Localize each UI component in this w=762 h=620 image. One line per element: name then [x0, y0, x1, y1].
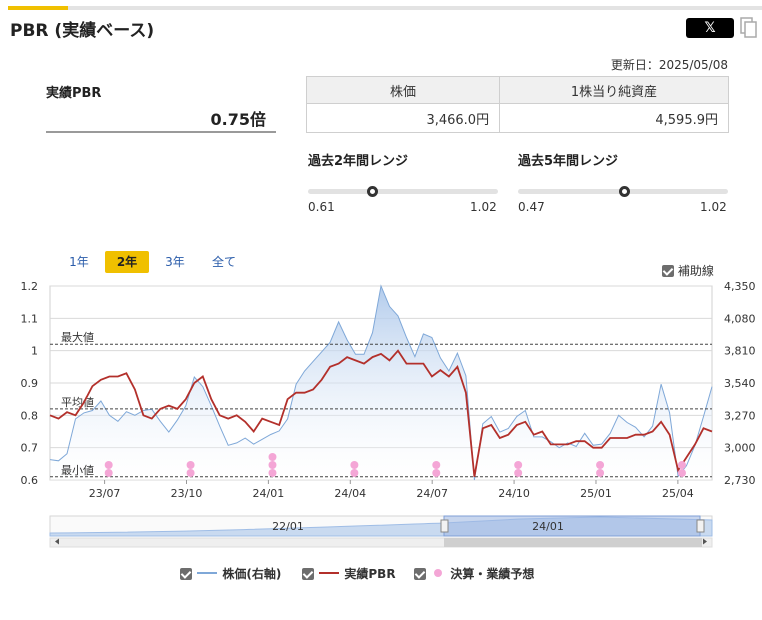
- y-right-tick-label: 4,080: [724, 312, 756, 325]
- legend-pbr-line-icon: [319, 572, 340, 574]
- x-tick-label: 23/10: [171, 487, 203, 500]
- legend-price[interactable]: 株価(右軸): [180, 565, 281, 582]
- y-right-tick-label: 4,350: [724, 280, 756, 293]
- event-dot[interactable]: [350, 461, 359, 469]
- navigator-label: 22/01: [272, 520, 304, 533]
- legend-pbr-checkbox-icon[interactable]: [302, 568, 314, 580]
- legend-event-dot-icon: [434, 569, 443, 577]
- event-dot[interactable]: [677, 469, 686, 477]
- price-header: 株価: [305, 76, 501, 104]
- x-tick-label: 24/04: [334, 487, 366, 500]
- x-tick-label: 24/07: [416, 487, 448, 500]
- range5-max: 1.02: [700, 200, 727, 214]
- range2-marker: [367, 186, 379, 197]
- event-dot[interactable]: [677, 461, 686, 469]
- event-dot[interactable]: [514, 469, 523, 477]
- page-title: PBR (実績ベース): [10, 21, 155, 41]
- navigator-selection[interactable]: [443, 515, 701, 537]
- range2-label: 過去2年間レンジ: [308, 154, 409, 169]
- range5-label: 過去5年間レンジ: [518, 154, 619, 169]
- y-right-tick-label: 2,730: [724, 474, 756, 487]
- legend-events-checkbox-icon[interactable]: [414, 568, 426, 580]
- range5-marker: [619, 186, 631, 197]
- pbr-label: 実績PBR: [46, 86, 102, 101]
- navigator-handle[interactable]: [696, 519, 705, 533]
- y-left-tick-label: 0.6: [21, 474, 39, 487]
- y-left-tick-label: 1.1: [21, 312, 39, 325]
- updated-date: 更新日：2025/05/08: [610, 58, 728, 72]
- event-dot[interactable]: [268, 453, 277, 461]
- x-tick-label: 23/07: [89, 487, 121, 500]
- legend-pbr-label: 実績PBR: [344, 567, 396, 581]
- navigator-handle[interactable]: [440, 519, 449, 533]
- y-left-tick-label: 0.7: [21, 442, 39, 455]
- x-tick-label: 24/10: [498, 487, 530, 500]
- legend-price-label: 株価(右軸): [222, 567, 282, 581]
- x-tick-label: 24/01: [253, 487, 285, 500]
- legend-price-checkbox-icon[interactable]: [180, 568, 192, 580]
- y-left-tick-label: 0.9: [21, 377, 39, 390]
- top-accent-bar: [8, 6, 762, 10]
- y-left-tick-label: 0.8: [21, 409, 39, 422]
- x-tick-label: 25/04: [662, 487, 694, 500]
- legend-events-label: 決算・業績予想: [450, 567, 535, 581]
- pbr-chart: 0.6 0.7 0.8 0.9 1 1.1 1.2 2,730 3,000 3,270 3,540 3…: [21, 280, 756, 548]
- y-right-tick-label: 3,810: [724, 345, 756, 358]
- pbr-value: 0.75倍: [210, 110, 266, 129]
- event-dot[interactable]: [268, 461, 277, 469]
- price-value: 3,466.0円: [305, 103, 501, 133]
- y-right-tick-label: 3,540: [724, 377, 756, 390]
- y-left-tick-label: 1: [31, 345, 38, 358]
- reference-line-label: 平均値: [61, 396, 94, 409]
- x-share-button[interactable]: 𝕏: [686, 18, 734, 38]
- event-dot[interactable]: [432, 469, 441, 477]
- event-dot[interactable]: [268, 469, 277, 477]
- legend-price-line-icon: [197, 572, 218, 574]
- y-right-tick-label: 3,270: [724, 409, 756, 422]
- event-dot[interactable]: [596, 461, 605, 469]
- reference-line-label: 最大値: [61, 330, 94, 344]
- event-dot[interactable]: [350, 469, 359, 477]
- bps-value: 4,595.9円: [499, 103, 729, 133]
- range2-min: 0.61: [308, 200, 335, 214]
- bps-header: 1株当り純資産: [499, 76, 729, 104]
- legend-events[interactable]: 決算・業績予想: [414, 565, 534, 582]
- scrollbar-thumb[interactable]: [444, 538, 702, 547]
- y-right-tick-label: 3,000: [724, 442, 756, 455]
- x-tick-label: 25/01: [580, 487, 612, 500]
- event-dot[interactable]: [104, 469, 113, 477]
- event-dot[interactable]: [514, 461, 523, 469]
- event-dot[interactable]: [186, 461, 195, 469]
- event-dot[interactable]: [104, 461, 113, 469]
- price-table: 株価 1株当り純資産 3,466.0円 4,595.9円: [305, 76, 729, 133]
- event-dot[interactable]: [432, 461, 441, 469]
- reference-line-label: 最小値: [61, 464, 94, 477]
- legend-pbr[interactable]: 実績PBR: [302, 565, 396, 582]
- range2-max: 1.02: [470, 200, 497, 214]
- range2-track: [308, 189, 498, 194]
- range5-min: 0.47: [518, 200, 545, 214]
- y-left-tick-label: 1.2: [21, 280, 39, 293]
- navigator-label: 24/01: [532, 520, 564, 533]
- pbr-underline: [46, 131, 276, 133]
- copy-icon[interactable]: [740, 17, 758, 39]
- accent-stripe: [8, 6, 68, 10]
- event-dot[interactable]: [596, 469, 605, 477]
- event-dot[interactable]: [186, 469, 195, 477]
